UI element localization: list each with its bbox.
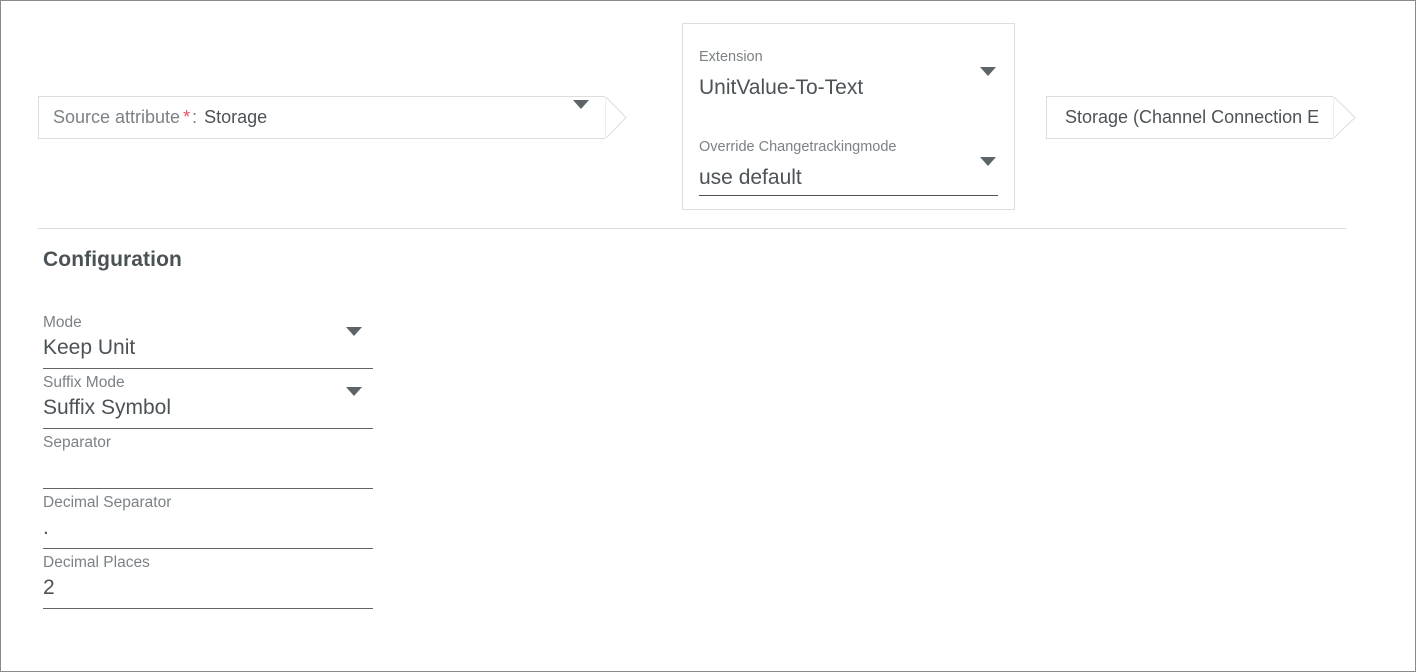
extension-panel: Extension UnitValue-To-Text Override Cha… <box>682 23 1015 210</box>
source-attribute-label: Source attribute <box>53 107 181 127</box>
override-changetrackingmode-label: Override Changetrackingmode <box>699 139 897 155</box>
chevron-down-icon[interactable] <box>573 99 589 127</box>
extension-label: Extension <box>699 49 763 65</box>
extension-field[interactable]: Extension UnitValue-To-Text <box>699 48 998 106</box>
override-changetrackingmode-value: use default <box>699 166 802 189</box>
chevron-down-icon[interactable] <box>346 387 362 414</box>
separator-field[interactable]: Separator <box>43 429 373 489</box>
extension-value: UnitValue-To-Text <box>699 76 864 99</box>
suffix-mode-label: Suffix Mode <box>43 374 125 391</box>
source-attribute-value: Storage <box>204 107 268 127</box>
configuration-fields: Mode Keep Unit Suffix Mode Suffix Symbol… <box>43 309 373 609</box>
separator-value[interactable] <box>43 454 373 482</box>
source-attribute-arrow-tip <box>605 96 627 139</box>
separator-label: Separator <box>43 434 112 451</box>
decimal-separator-value[interactable]: . <box>43 514 373 542</box>
section-divider <box>38 228 1346 229</box>
suffix-mode-field[interactable]: Suffix Mode Suffix Symbol <box>43 369 373 429</box>
configuration-heading: Configuration <box>43 248 182 271</box>
required-asterisk: * <box>183 107 191 127</box>
chevron-down-icon[interactable] <box>980 157 996 184</box>
decimal-separator-field[interactable]: Decimal Separator . <box>43 489 373 549</box>
override-changetrackingmode-underline <box>699 195 998 196</box>
chevron-down-icon[interactable] <box>346 327 362 354</box>
decimal-places-field[interactable]: Decimal Places 2 <box>43 549 373 609</box>
suffix-mode-value: Suffix Symbol <box>43 396 171 419</box>
target-attribute-box[interactable]: Storage (Channel Connection E <box>1046 96 1334 139</box>
decimal-places-value[interactable]: 2 <box>43 574 373 602</box>
mapping-editor-page: Source attribute * : Storage Extension U… <box>0 0 1416 672</box>
decimal-separator-label: Decimal Separator <box>43 494 172 511</box>
target-attribute-arrow-tip <box>1333 96 1357 139</box>
mode-label: Mode <box>43 314 82 331</box>
override-changetrackingmode-field[interactable]: Override Changetrackingmode use default <box>699 138 998 196</box>
decimal-places-label: Decimal Places <box>43 554 150 571</box>
source-attribute-colon: : <box>192 107 198 127</box>
chevron-down-icon[interactable] <box>980 67 996 94</box>
target-attribute-value: Storage (Channel Connection E <box>1065 107 1320 127</box>
mode-value: Keep Unit <box>43 336 136 359</box>
source-attribute-select[interactable]: Source attribute * : Storage <box>38 96 606 139</box>
mode-field[interactable]: Mode Keep Unit <box>43 309 373 369</box>
